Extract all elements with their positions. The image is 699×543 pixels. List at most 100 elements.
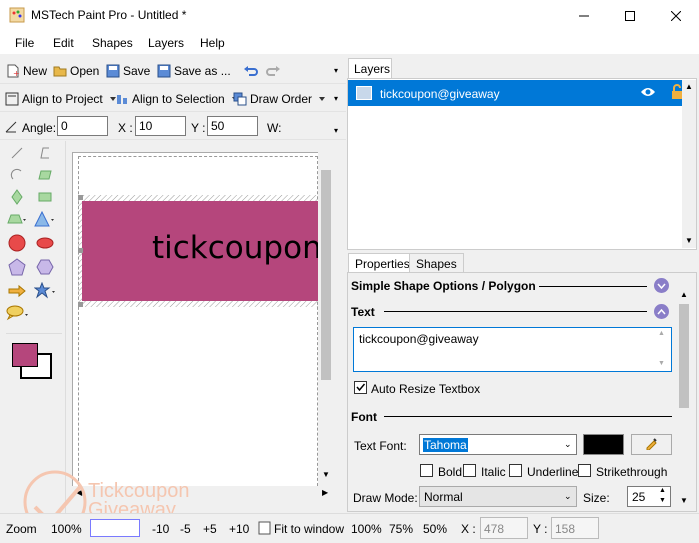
tab-shapes[interactable]: Shapes	[409, 253, 464, 273]
stepper-down-icon[interactable]: ▼	[659, 497, 666, 504]
toolbar-overflow-icon[interactable]: ▾	[334, 66, 338, 75]
font-color-swatch[interactable]	[583, 434, 624, 455]
auto-resize-label: Auto Resize Textbox	[371, 382, 481, 396]
zoom-minus-5-button[interactable]: -5	[180, 522, 191, 536]
align-to-project-button[interactable]: Align to Project	[5, 90, 116, 108]
draw-mode-value: Normal	[424, 490, 463, 504]
undo-icon	[243, 64, 258, 78]
circle-tool-icon[interactable]	[6, 233, 28, 253]
color-picker-button[interactable]	[631, 434, 672, 455]
fit-to-window-button[interactable]: Fit to window	[274, 522, 344, 536]
tab-layers[interactable]: Layers	[348, 58, 392, 79]
undo-button[interactable]	[243, 62, 258, 80]
scroll-right-icon[interactable]: ▶	[322, 488, 328, 497]
open-button[interactable]: Open	[53, 62, 99, 80]
polyline-tool-icon[interactable]	[34, 143, 56, 163]
save-as-button[interactable]: Save as ...	[157, 62, 231, 80]
scroll-thumb[interactable]	[679, 304, 689, 408]
stepper-up-icon[interactable]: ▲	[659, 487, 666, 494]
menu-file[interactable]: File	[15, 36, 34, 50]
auto-resize-checkbox[interactable]	[354, 381, 367, 394]
line-tool-icon[interactable]	[6, 143, 28, 163]
primary-color-swatch[interactable]	[12, 343, 38, 367]
canvas-vertical-scrollbar[interactable]: ▼	[318, 152, 334, 486]
scroll-up-icon[interactable]: ▲	[658, 330, 665, 337]
eye-icon[interactable]	[640, 85, 656, 102]
hexagon-tool-icon[interactable]	[34, 257, 56, 277]
align-to-selection-label: Align to Selection	[132, 92, 225, 106]
tab-properties[interactable]: Properties	[348, 253, 417, 273]
pentagon-tool-icon[interactable]	[6, 257, 28, 277]
maximize-button[interactable]	[607, 0, 653, 31]
strikethrough-label: Strikethrough	[596, 465, 668, 479]
new-button[interactable]: + New	[6, 62, 47, 80]
italic-checkbox[interactable]	[463, 464, 476, 477]
redo-button[interactable]	[265, 62, 280, 80]
arc-tool-icon[interactable]	[6, 165, 28, 185]
zoom-label: Zoom	[6, 522, 37, 536]
scroll-down-icon[interactable]: ▼	[658, 360, 665, 367]
fit-window-icon[interactable]	[258, 521, 272, 535]
collapse-text-icon[interactable]	[654, 304, 669, 319]
app-icon	[9, 7, 25, 23]
properties-scrollbar[interactable]: ▲ ▼	[676, 290, 692, 510]
trapezoid-tool-icon[interactable]	[6, 209, 28, 229]
scroll-down-icon[interactable]: ▼	[680, 496, 688, 505]
scroll-down-icon[interactable]: ▼	[322, 470, 330, 479]
arrow-tool-icon[interactable]	[6, 281, 28, 301]
rectangle-tool-icon[interactable]	[34, 187, 56, 207]
folder-icon	[53, 64, 67, 78]
size-stepper[interactable]: 25 ▲ ▼	[627, 486, 671, 507]
menu-shapes[interactable]: Shapes	[92, 36, 133, 50]
text-content-value: tickcoupon@giveaway	[359, 332, 479, 346]
angle-input[interactable]: 0	[57, 116, 108, 136]
zoom-minus-10-button[interactable]: -10	[152, 522, 169, 536]
zoom-value[interactable]: 100%	[51, 522, 82, 536]
align-toolbar: Align to Project Align to Selection Draw…	[0, 86, 346, 112]
strikethrough-checkbox[interactable]	[578, 464, 591, 477]
w-label: W:	[267, 121, 282, 135]
ellipse-tool-icon[interactable]	[34, 233, 56, 253]
y-input[interactable]: 50	[207, 116, 258, 136]
close-button[interactable]	[653, 0, 699, 31]
zoom-plus-5-button[interactable]: +5	[203, 522, 217, 536]
draw-order-button[interactable]: Draw Order	[233, 90, 326, 108]
scroll-up-icon[interactable]: ▲	[685, 82, 693, 91]
menu-edit[interactable]: Edit	[53, 36, 74, 50]
scroll-up-icon[interactable]: ▲	[680, 290, 688, 299]
diamond-tool-icon[interactable]	[6, 187, 28, 207]
toolbar-overflow-icon[interactable]: ▾	[334, 126, 338, 135]
cursor-x-value: 478	[480, 517, 528, 539]
menu-help[interactable]: Help	[200, 36, 225, 50]
text-font-select[interactable]: Tahoma ⌄	[419, 434, 577, 455]
callout-tool-icon[interactable]	[6, 303, 28, 323]
layers-scrollbar[interactable]: ▲ ▼	[682, 80, 696, 248]
collapse-shape-options-icon[interactable]	[654, 278, 669, 293]
zoom-75-button[interactable]: 75%	[389, 522, 413, 536]
layer-thumbnail	[356, 86, 372, 100]
parallelogram-tool-icon[interactable]	[34, 165, 56, 185]
underline-checkbox[interactable]	[509, 464, 522, 477]
zoom-100-button[interactable]: 100%	[351, 522, 382, 536]
text-content-input[interactable]: tickcoupon@giveaway ▲ ▼	[353, 327, 672, 372]
toolbar-overflow-icon[interactable]: ▾	[334, 94, 338, 103]
star-tool-icon[interactable]	[34, 281, 56, 301]
zoom-slider[interactable]	[90, 519, 140, 537]
zoom-50-button[interactable]: 50%	[423, 522, 447, 536]
triangle-tool-icon[interactable]	[34, 209, 56, 229]
window-title: MSTech Paint Pro - Untitled *	[31, 8, 187, 22]
save-button[interactable]: Save	[106, 62, 150, 80]
align-to-selection-button[interactable]: Align to Selection	[115, 90, 238, 108]
new-file-icon: +	[6, 64, 20, 78]
scroll-thumb[interactable]	[321, 170, 331, 380]
draw-mode-select[interactable]: Normal ⌄	[419, 486, 577, 507]
transform-toolbar: Angle: 0 X : 10 Y : 50 W: ▾	[0, 114, 346, 140]
layer-row[interactable]: tickcoupon@giveaway	[348, 80, 696, 106]
x-input[interactable]: 10	[135, 116, 186, 136]
minimize-button[interactable]	[561, 0, 607, 31]
bold-checkbox[interactable]	[420, 464, 433, 477]
zoom-plus-10-button[interactable]: +10	[229, 522, 249, 536]
draw-order-icon	[233, 92, 247, 106]
menu-layers[interactable]: Layers	[148, 36, 184, 50]
scroll-down-icon[interactable]: ▼	[685, 236, 693, 245]
